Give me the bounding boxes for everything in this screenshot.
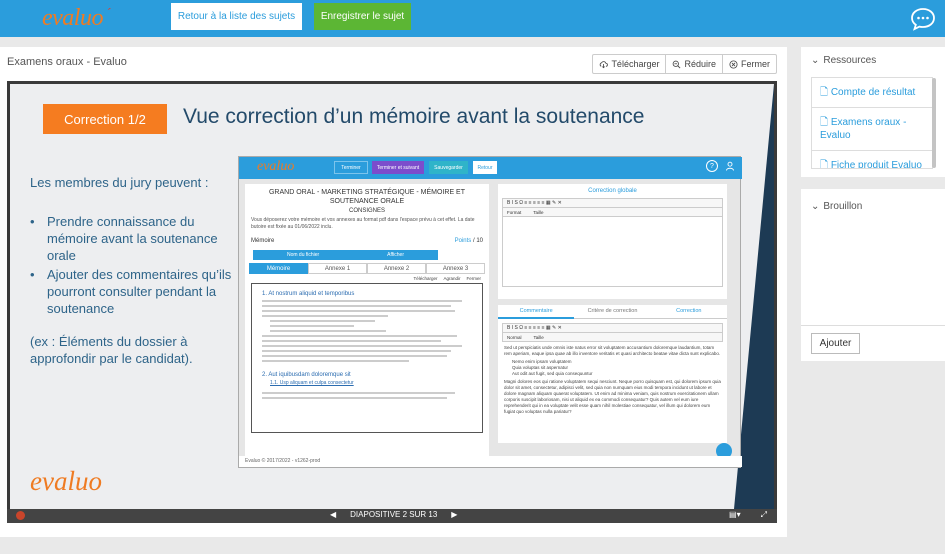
cloud-download-icon [600,60,609,68]
embed-finish-button: Terminer [334,161,368,174]
panel-actions: Télécharger Réduire Fermer [592,54,777,74]
file-icon: 🗋 [820,87,831,98]
slide-bullet: Prendre connaissance du mémoire avant la… [30,213,240,264]
embed-finish-next-button: Terminer et suivant [372,161,424,174]
embed-memoire-label: Mémoire [251,238,275,244]
resource-item[interactable]: 🗋 Examens oraux - Evaluo [812,108,932,151]
embed-save-button: Sauvegarder [429,161,468,174]
resource-item[interactable]: 🗋 Fiche produit Evaluo [812,151,932,169]
user-icon [724,160,736,172]
viewer-controls: ◀ DIAPOSITIVE 2 SUR 13 ▶ ▤▾ ⤢ [7,509,777,523]
reduce-button[interactable]: Réduire [665,55,722,73]
embed-file-bar: Nom du fichier Afficher [253,250,438,260]
embed-editor-toolbar: B I S Ω ≡ ≡ ≡ ≡ ≡ ▦ ✎ ✕ [502,198,723,208]
close-button[interactable]: Fermer [722,55,776,73]
embed-points-label: Points [454,238,472,244]
app-icon[interactable] [16,511,25,520]
slide: Correction 1/2 Vue correction d’un mémoi… [10,84,774,509]
document-panel: Examens oraux - Evaluo Télécharger Rédui… [0,47,787,537]
resources-panel: ⌄ Ressources 🗋 Compte de résultat 🗋 Exam… [801,47,945,177]
save-subject-button[interactable]: Enregistrer le sujet [314,3,411,30]
embed-comment-panel: Commentaire Critère de correction Correc… [498,305,727,443]
help-icon: ? [706,160,718,172]
add-draft-button[interactable]: Ajouter [811,333,860,354]
resources-list: 🗋 Compte de résultat 🗋 Examens oraux - E… [811,77,933,169]
resources-header[interactable]: ⌄ Ressources [811,55,876,66]
resource-item[interactable]: 🗋 Compte de résultat [812,78,932,108]
file-icon: 🗋 [820,160,831,169]
embed-return-button: Retour [473,161,497,174]
slide-counter: DIAPOSITIVE 2 SUR 13 [350,510,438,519]
file-icon: 🗋 [820,117,831,128]
draft-panel: ⌄ Brouillon [801,189,945,325]
evaluo-logo: evaluo ˊ [42,5,111,31]
embed-instructions: Vous déposerez votre mémoire et vos anne… [251,217,475,230]
embedded-screenshot: evaluo Terminer Terminer et suivant Sauv… [238,156,742,468]
panel-title: Examens oraux - Evaluo [7,56,127,68]
embed-tab: Annexe 2 [367,263,426,274]
embed-tab: Annexe 1 [308,263,367,274]
slide-viewer: Correction 1/2 Vue correction d’un mémoi… [7,81,777,523]
draft-actions: Ajouter [801,325,945,361]
top-bar: evaluo ˊ Retour à la liste des sujets Enr… [0,0,945,37]
chat-icon[interactable] [910,6,936,32]
slide-badge: Correction 1/2 [43,104,167,134]
resources-scrollbar[interactable] [932,78,936,168]
draft-header[interactable]: ⌄ Brouillon [811,201,862,212]
slide-body: Les membres du jury peuvent : Prendre co… [30,174,240,367]
embed-points-max: / 10 [472,238,483,244]
view-mode-icon[interactable]: ▤▾ [729,510,741,520]
next-slide-icon[interactable]: ▶ [451,510,457,519]
embed-comment-text: Sed ut perspiciatis unde omnis iste natu… [504,345,721,414]
embed-topbar: evaluo Terminer Terminer et suivant Sauv… [239,157,742,179]
embed-tab: Mémoire [249,263,308,274]
embed-heading: GRAND ORAL - MARKETING STRATÉGIQUE - MÉM… [268,189,465,205]
back-to-list-button[interactable]: Retour à la liste des sujets [171,3,302,30]
chevron-down-icon: ⌄ [811,55,820,66]
embed-editor-area [502,217,723,287]
slide-title: Vue correction d’un mémoire avant la sou… [183,105,645,128]
slide-evaluo-logo: evaluo [30,466,102,496]
fullscreen-icon[interactable]: ⤢ [761,510,767,520]
embed-document-preview: 1. At nostrum aliquid et temporibus 2. A… [251,283,483,433]
previous-slide-icon[interactable]: ◀ [330,510,336,519]
embed-footer: Evaluo © 2017/2022 - v1262-prod [239,456,742,467]
slide-intro: Les membres du jury peuvent : [30,175,209,190]
slide-example: (ex : Éléments du dossier à approfondir … [30,334,193,366]
embed-global-correction: Correction globale B I S Ω ≡ ≡ ≡ ≡ ≡ ▦ ✎… [498,184,727,299]
slide-bullets: Prendre connaissance du mémoire avant la… [30,213,240,317]
embed-subject-panel: GRAND ORAL - MARKETING STRATÉGIQUE - MÉM… [245,184,489,456]
embed-tab: Annexe 3 [426,263,485,274]
chevron-down-icon: ⌄ [811,201,820,212]
slide-bullet: Ajouter des commentaires qu’ils pourront… [30,266,240,317]
close-circle-icon [729,59,738,69]
embed-logo: evaluo [257,159,295,174]
zoom-out-icon [673,60,681,68]
download-button[interactable]: Télécharger [593,55,665,73]
embed-tabs: Mémoire Annexe 1 Annexe 2 Annexe 3 [249,263,485,274]
